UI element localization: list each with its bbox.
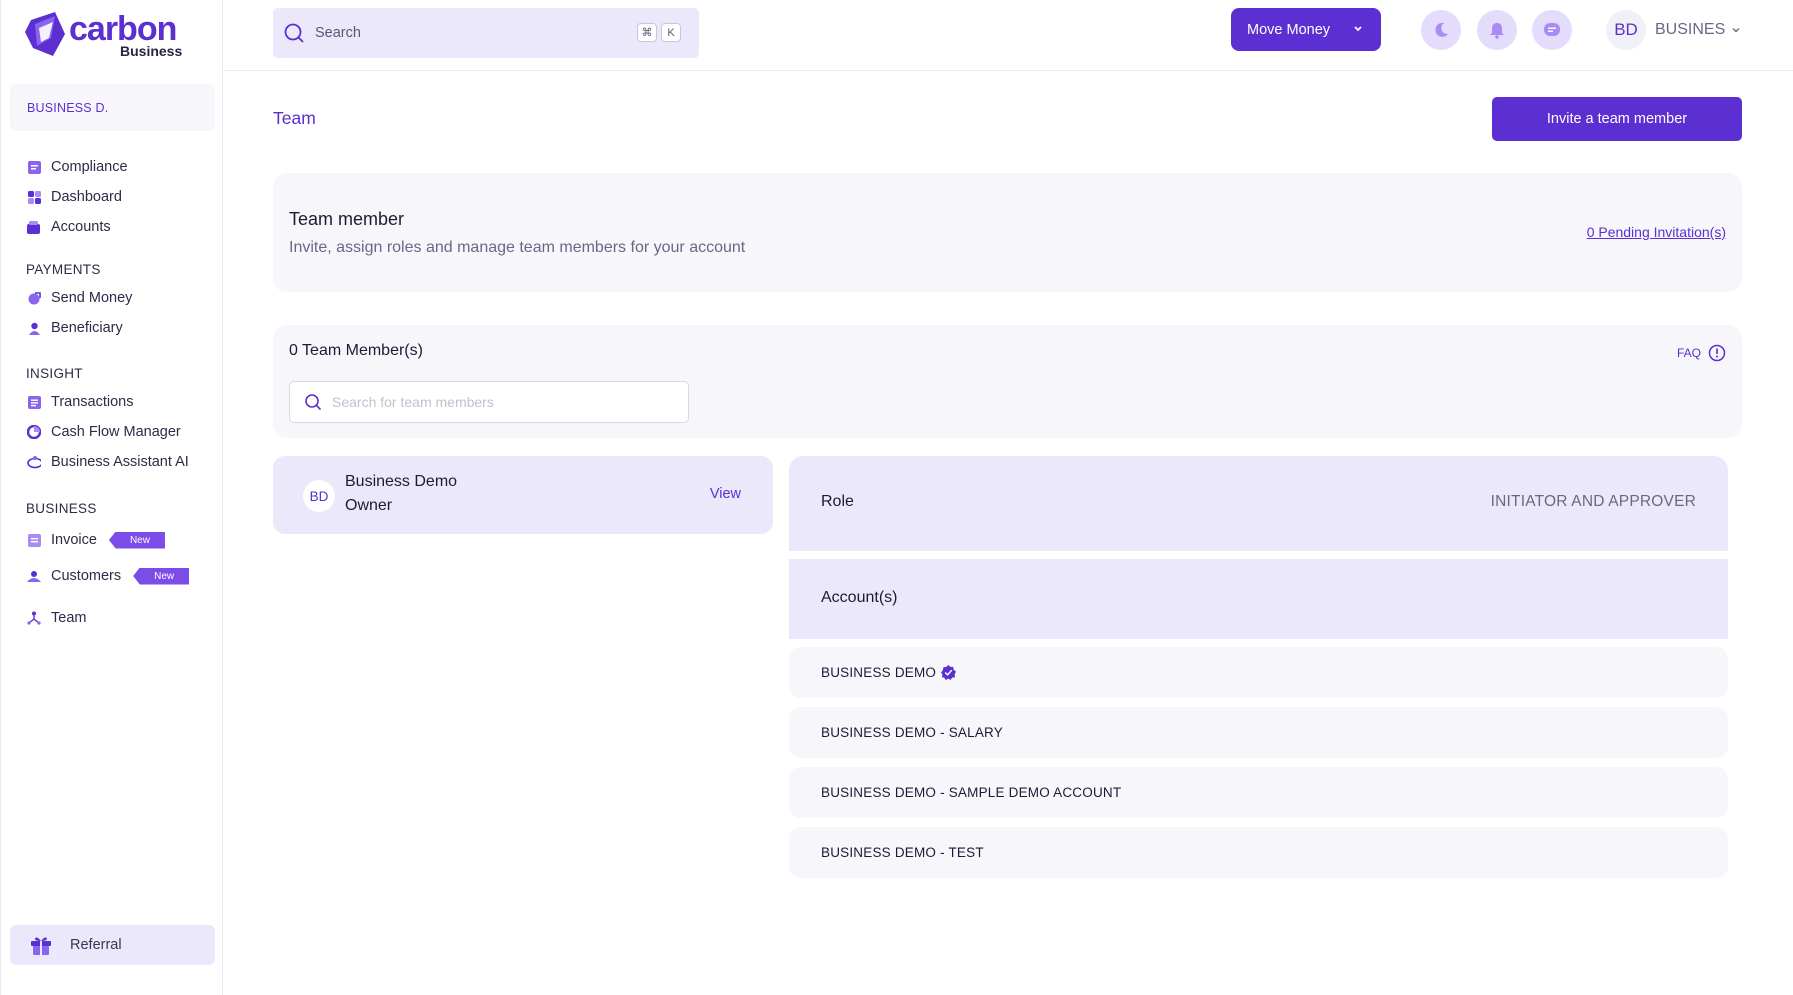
sidebar-item-business-assistant-ai[interactable]: Business Assistant AI [27,452,189,472]
sidebar-item-label: Send Money [51,290,133,306]
account-name: BUSINESS DEMO - SALARY [821,725,1003,740]
top-bar: Search ⌘ K Move Money BD BUSINESS DEMO [223,0,1793,71]
member-avatar: BD [303,480,335,512]
messages-button[interactable] [1532,10,1572,50]
sidebar-item-label: Accounts [51,219,111,235]
sidebar-item-label: Transactions [51,394,134,410]
app-root: carbon Business BUSINESS D. Compliance D… [0,0,1793,995]
move-money-button[interactable]: Move Money [1231,8,1381,51]
assistant-ai-icon [27,455,41,469]
info-icon [1708,344,1726,362]
role-value: INITIATOR AND APPROVER [1490,493,1696,510]
team-member-count: 0 Team Member(s) [289,342,423,359]
member-search-field[interactable] [289,381,689,423]
section-payments: PAYMENTS [26,262,101,277]
sidebar-item-invoice[interactable]: Invoice New [27,530,165,550]
team-card-heading: Team member [289,209,405,229]
team-list-card: 0 Team Member(s) FAQ [273,325,1742,438]
faq-label: FAQ [1676,346,1701,360]
sidebar-item-label: Business Assistant AI [51,454,189,470]
chat-icon [1544,23,1560,36]
new-badge: New [133,567,190,585]
account-row: BUSINESS DEMO [789,647,1728,698]
search-icon [305,394,322,411]
sidebar-item-label: Cash Flow Manager [51,424,181,440]
sidebar-item-label: Invoice [51,532,97,548]
theme-toggle-button[interactable] [1421,10,1461,50]
sidebar-item-compliance[interactable]: Compliance [27,157,128,177]
shortcut-key-k: K [661,23,681,42]
role-row: Role INITIATOR AND APPROVER [789,456,1728,551]
sidebar-item-dashboard[interactable]: Dashboard [27,187,122,207]
accounts-label: Account(s) [821,589,898,606]
sidebar-item-label: Beneficiary [51,320,123,336]
role-label: Role [821,493,854,510]
sidebar-item-cash-flow-manager[interactable]: Cash Flow Manager [27,422,181,442]
account-row: BUSINESS DEMO - SAMPLE DEMO ACCOUNT [789,767,1728,818]
avatar: BD [1606,10,1646,50]
section-insight: INSIGHT [26,366,83,381]
accounts-header: Account(s) [789,559,1728,639]
gift-icon [30,935,52,955]
sidebar-item-team[interactable]: Team [27,608,86,628]
logo-subtitle: Business [120,43,183,59]
member-search-input[interactable] [332,394,672,410]
search-placeholder: Search [315,25,361,41]
profile-menu[interactable]: BD BUSINESS DEMO [1606,10,1741,50]
shortcut-key-cmd: ⌘ [637,23,657,42]
sidebar-item-customers[interactable]: Customers New [27,566,190,586]
member-role: Owner [345,497,393,514]
notifications-button[interactable] [1477,10,1517,50]
business-switcher[interactable]: BUSINESS D. [10,84,215,131]
sidebar-item-send-money[interactable]: Send Money [27,288,132,308]
account-name: BUSINESS DEMO - SAMPLE DEMO ACCOUNT [821,785,1122,800]
accounts-icon [27,220,41,234]
search-icon [283,22,305,44]
sidebar-item-label: Team [51,610,87,626]
send-money-icon [27,291,41,305]
dashboard-icon [27,190,41,204]
member-name: Business Demo [345,473,458,490]
compliance-icon [27,160,41,174]
team-member-card: Team member Invite, assign roles and man… [273,173,1742,292]
sidebar-item-beneficiary[interactable]: Beneficiary [27,318,123,338]
pending-invitations-link[interactable]: 0 Pending Invitation(s) [1587,224,1726,240]
sidebar-item-label: Customers [51,568,122,584]
move-money-label: Move Money [1247,21,1331,38]
team-icon [27,611,41,625]
sidebar: carbon Business BUSINESS D. Compliance D… [0,0,223,995]
invoice-icon [27,533,41,547]
transactions-icon [27,395,41,409]
faq-button[interactable]: FAQ [1677,344,1726,362]
customers-icon [27,569,41,583]
beneficiary-icon [27,321,41,335]
sidebar-item-label: Compliance [51,159,128,175]
view-member-link[interactable]: View [710,486,741,502]
cash-flow-icon [27,425,41,439]
sidebar-item-transactions[interactable]: Transactions [27,392,133,412]
account-name: BUSINESS DEMO - TEST [821,845,984,860]
page-title: Team [273,108,316,128]
referral-label: Referral [70,937,122,953]
section-business: BUSINESS [26,501,97,516]
carbon-logo-icon [25,12,65,56]
team-card-subtitle: Invite, assign roles and manage team mem… [289,239,746,256]
carbon-logo[interactable]: carbon Business [25,10,195,60]
sidebar-item-accounts[interactable]: Accounts [27,217,111,237]
invite-team-member-button[interactable]: Invite a team member [1492,97,1742,141]
account-name: BUSINESS DEMO [821,665,937,680]
chevron-down-icon [1732,28,1740,33]
referral-button[interactable]: Referral [10,925,215,965]
chevron-down-icon [1354,26,1362,32]
moon-icon [1435,22,1448,37]
sidebar-item-label: Dashboard [51,189,122,205]
bell-icon [1490,23,1504,39]
verified-badge-icon [941,665,957,680]
global-search[interactable]: Search ⌘ K [273,8,699,58]
profile-name: BUSINESS DEMO [1655,21,1725,38]
team-member-item[interactable]: BD Business Demo Owner View [273,456,773,534]
account-row: BUSINESS DEMO - TEST [789,827,1728,878]
account-row: BUSINESS DEMO - SALARY [789,707,1728,758]
new-badge: New [108,531,165,549]
